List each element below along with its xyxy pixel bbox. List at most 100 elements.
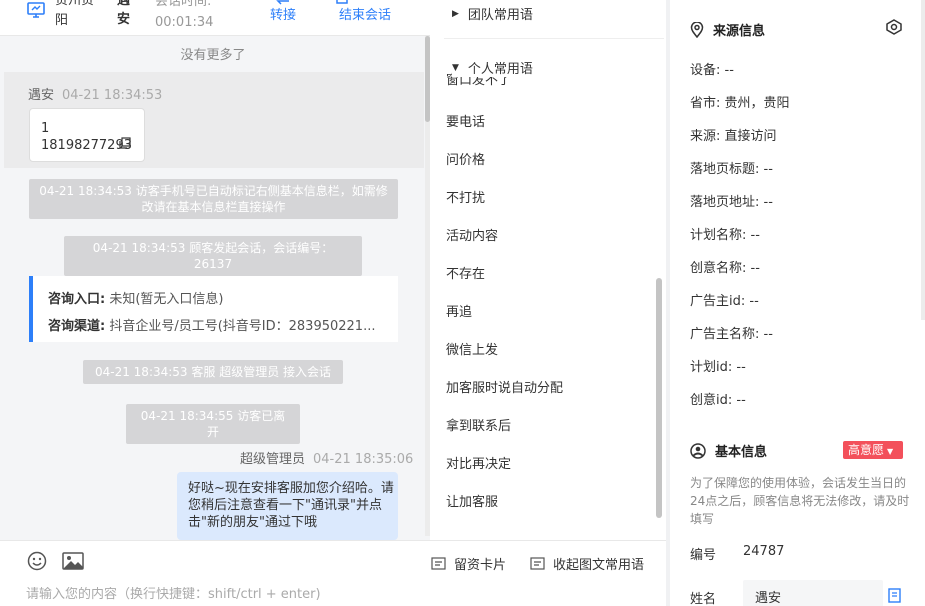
card-icon [431, 557, 446, 570]
visitor-location: 贵州贵阳 [55, 0, 95, 28]
no-more-hint: 没有更多了 [180, 48, 246, 63]
copy-icon[interactable] [118, 137, 131, 150]
emoji-icon[interactable] [27, 551, 47, 571]
field-value: 贵州，贵阳 [724, 96, 790, 111]
field-label: 计划名称: [690, 228, 747, 243]
end-session-button[interactable]: 结束会话 [333, 0, 397, 26]
basic-info-title: 基本信息 [690, 441, 767, 460]
quick-phrases-panel: ▶ 团队常用语 窗口发不了 要电话 问价格 不打扰 活动内容 不存在 再追 微信… [430, 0, 666, 540]
team-phrases-label: 团队常用语 [467, 8, 533, 23]
message-input-area [0, 585, 666, 606]
phrase-item[interactable]: 对比再决定 [446, 453, 511, 472]
source-info-title: 来源信息 [690, 20, 765, 39]
phone-line-1: 1 [41, 121, 50, 136]
personal-phrases-group[interactable]: ▼ 个人常用语 [452, 58, 537, 77]
source-field-region: 省市: 贵州，贵阳 [690, 92, 790, 111]
field-label: 落地页标题: [690, 162, 760, 177]
source-info-label: 来源信息 [713, 24, 766, 39]
compose-toolbar: 留资卡片 收起图文常用语 [0, 540, 666, 585]
personal-phrases-label: 个人常用语 [467, 62, 533, 77]
system-message: 04-21 18:34:53 客服 超级管理员 接入会话 [83, 360, 343, 384]
field-label: 省市: [690, 96, 721, 111]
field-value: -- [736, 393, 746, 408]
info-scrollbar[interactable] [921, 0, 925, 320]
phrase-item[interactable]: 让加客服 [446, 491, 498, 510]
basic-info-label: 基本信息 [715, 445, 768, 460]
field-label: 广告主id: [690, 294, 746, 309]
lead-card-button[interactable]: 留资卡片 [431, 554, 506, 573]
field-value: -- [736, 360, 746, 375]
personal-phrase-list: 窗口发不了 要电话 问价格 不打扰 活动内容 不存在 再追 微信上发 加客服时说… [430, 70, 650, 540]
field-value: 直接访问 [724, 129, 777, 144]
lead-card-label: 留资卡片 [454, 558, 507, 573]
duration-label: 会话时间: [155, 0, 212, 9]
group-divider [444, 38, 664, 39]
field-label: 计划id: [690, 360, 733, 375]
chat-panel: 贵州贵阳 遇安 会话时间: 00:01:34 转接 结束会话 没有更多了 遇安 … [0, 0, 430, 606]
field-value: -- [750, 228, 760, 243]
copy-icon[interactable] [888, 588, 901, 603]
agent-message-name: 超级管理员 [240, 452, 306, 467]
transfer-icon [276, 0, 289, 5]
exit-icon [336, 0, 348, 4]
phrase-item[interactable]: 再追 [446, 301, 472, 320]
monitor-icon [27, 2, 45, 18]
source-field-device: 设备: -- [690, 59, 734, 78]
phrase-item[interactable]: 问价格 [446, 149, 485, 168]
source-field-creative-id: 创意id: -- [690, 389, 746, 408]
field-label: 创意名称: [690, 261, 747, 276]
team-phrases-group[interactable]: ▶ 团队常用语 [452, 4, 533, 23]
user-icon [690, 442, 706, 459]
agent-message-bubble: 好哒~现在安排客服加您介绍哈。请您稍后注意查看一下"通讯录"并点击"新的朋友"通… [177, 472, 398, 540]
phrase-item[interactable]: 加客服时说自动分配 [446, 377, 563, 396]
system-message: 04-21 18:34:55 访客已离开 [126, 404, 300, 444]
phrase-item[interactable]: 微信上发 [446, 339, 498, 358]
customer-name-label: 姓名 [690, 592, 717, 606]
caret-right-icon: ▶ [452, 8, 459, 19]
intent-select[interactable]: 高意愿 ▼ [843, 441, 903, 459]
consult-entry-value: 未知(暂无入口信息) [109, 292, 224, 307]
field-label: 创意id: [690, 393, 733, 408]
phrase-item[interactable]: 不打扰 [446, 187, 485, 206]
field-label: 落地页地址: [690, 195, 760, 210]
consult-entry-row: 咨询入口: 未知(暂无入口信息) [48, 286, 398, 313]
hide-icon[interactable] [885, 19, 903, 35]
consult-channel-value: 抖音企业号/员工号(抖音号ID：283950221... [109, 319, 376, 334]
visitor-message-name: 遇安 [28, 88, 55, 103]
message-input[interactable] [26, 587, 646, 602]
consult-channel-label: 咨询渠道: [48, 319, 106, 334]
transfer-button[interactable]: 转接 [266, 0, 300, 26]
phrase-scrollbar-thumb[interactable] [656, 278, 662, 518]
field-value: -- [763, 327, 773, 342]
collapse-phrases-label: 收起图文常用语 [553, 558, 645, 573]
phrase-item[interactable]: 不存在 [446, 263, 485, 282]
collapse-phrases-button[interactable]: 收起图文常用语 [530, 554, 644, 573]
field-value: -- [724, 63, 734, 78]
phrase-item[interactable]: 拿到联系后 [446, 415, 511, 434]
field-label: 来源: [690, 129, 721, 144]
source-field-plan-name: 计划名称: -- [690, 224, 760, 243]
phrase-item[interactable]: 活动内容 [446, 225, 498, 244]
source-field-plan-id: 计划id: -- [690, 356, 746, 375]
session-duration: 会话时间: 00:01:34 [155, 0, 213, 33]
source-field-source: 来源: 直接访问 [690, 125, 777, 144]
system-message: 04-21 18:34:53 访客手机号已自动标记右侧基本信息栏，如需修改请在基… [29, 179, 398, 219]
consult-channel-row: 咨询渠道: 抖音企业号/员工号(抖音号ID：283950221... [48, 313, 398, 340]
visitor-message-time: 04-21 18:34:53 [62, 88, 163, 103]
source-field-advertiser-id: 广告主id: -- [690, 290, 759, 309]
field-label: 广告主名称: [690, 327, 760, 342]
customer-id-label: 编号 [690, 548, 717, 563]
customer-name-field[interactable]: 遇安 [743, 580, 883, 606]
field-label: 设备: [690, 63, 721, 78]
field-value: -- [750, 261, 760, 276]
transfer-label: 转接 [269, 8, 296, 23]
customer-name-value: 遇安 [755, 591, 782, 606]
image-icon[interactable] [62, 551, 84, 571]
field-value: -- [763, 162, 773, 177]
phrase-item[interactable]: 要电话 [446, 111, 485, 130]
customer-info-panel: 来源信息 设备: -- 省市: 贵州，贵阳 来源: 直接访问 落地页标题: --… [670, 0, 925, 606]
customer-id-value: 24787 [743, 544, 785, 559]
intent-value: 高意愿 [848, 443, 885, 457]
visitor-phone-bubble: 1 18198277293 [29, 108, 145, 162]
agent-message-time: 04-21 18:35:06 [313, 452, 414, 467]
